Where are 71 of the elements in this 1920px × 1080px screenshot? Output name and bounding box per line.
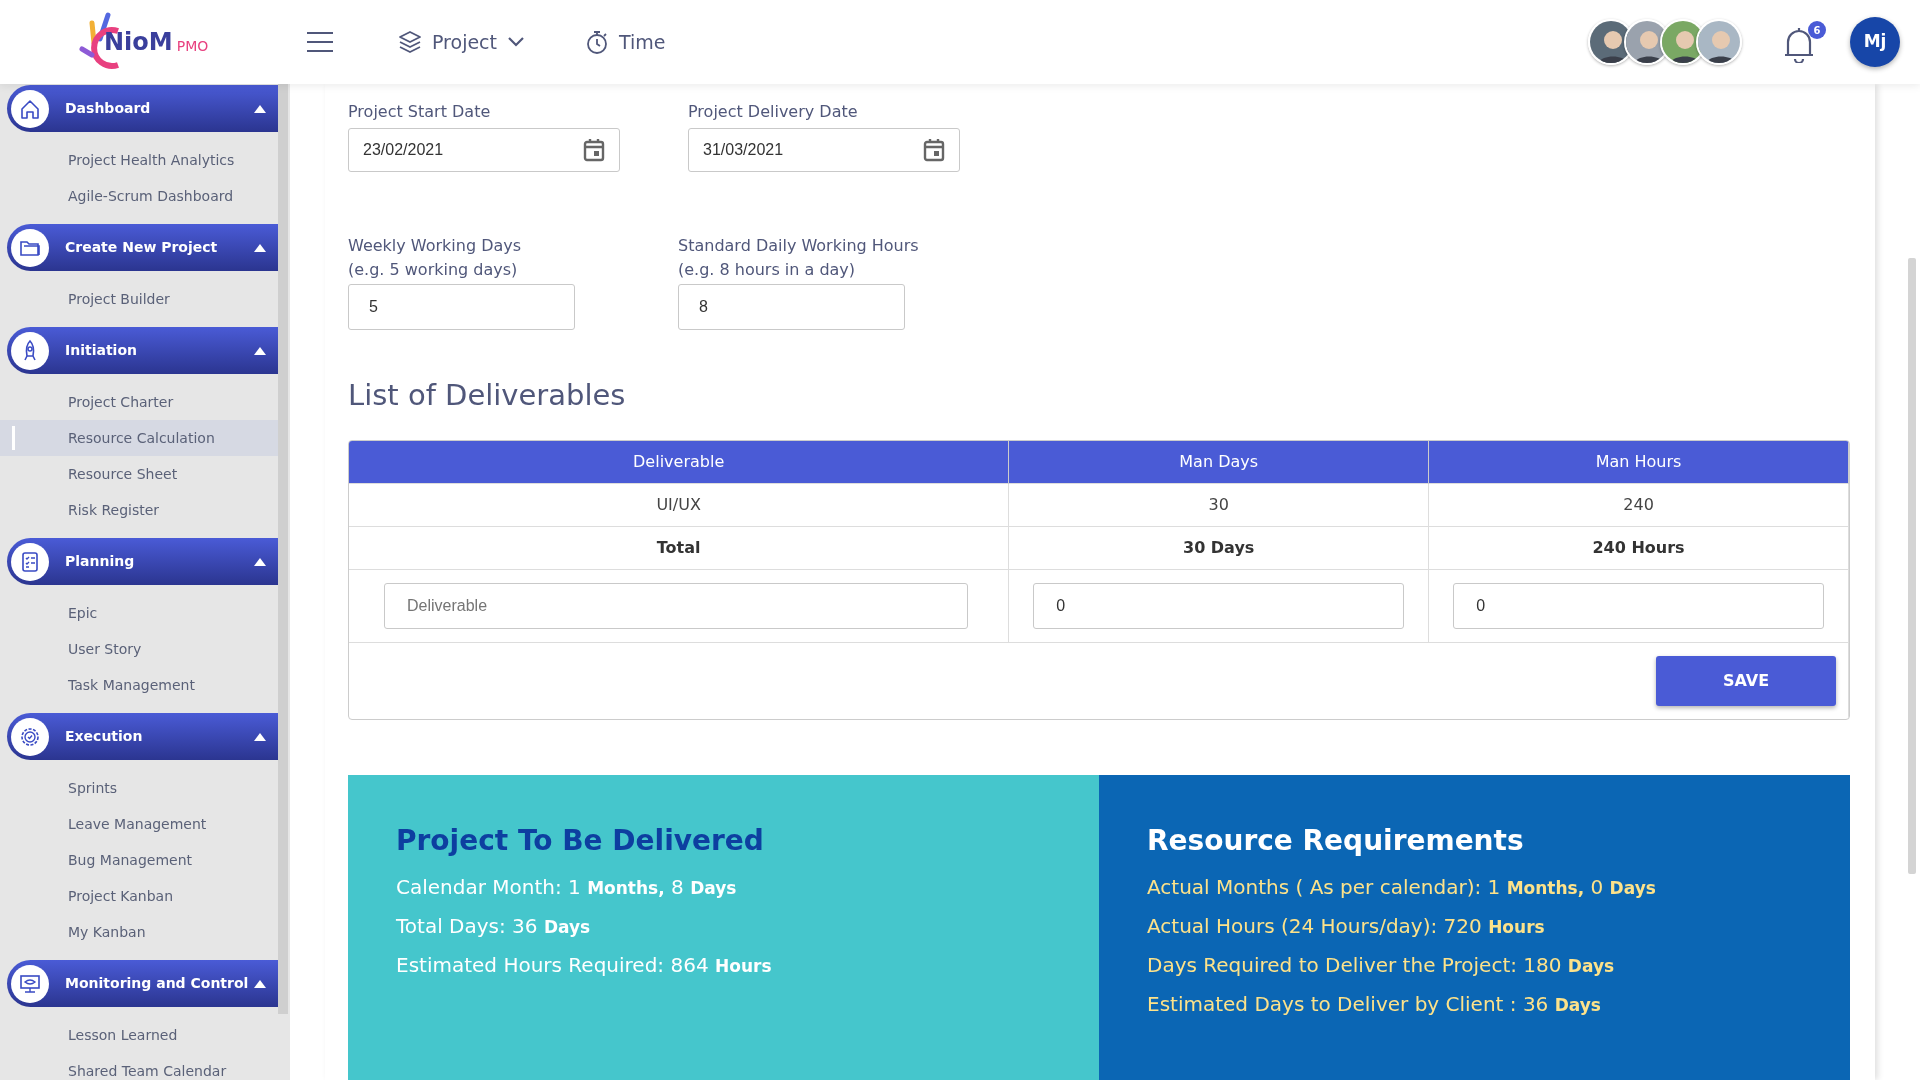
menu-icon: [306, 31, 334, 53]
sidebar-section-header[interactable]: Create New Project: [7, 224, 278, 271]
column-header: Deliverable: [349, 440, 1009, 484]
summary-line: Days Required to Deliver the Project: 180 Days: [1147, 951, 1616, 979]
panel-title: Resource Requirements: [1147, 822, 1525, 859]
sidebar-item[interactable]: User Story: [0, 631, 278, 667]
sidebar-item[interactable]: Leave Management: [0, 806, 278, 842]
save-button[interactable]: SAVE: [1656, 655, 1836, 706]
number-field[interactable]: 8: [678, 284, 905, 330]
sidebar-item[interactable]: Lesson Learned: [0, 1017, 278, 1053]
deliverable-field[interactable]: Deliverable: [384, 583, 969, 629]
summary-line: Total Days: 36 Days: [396, 912, 592, 940]
summary-line: Estimated Hours Required: 864 Hours: [396, 951, 773, 979]
sidebar-item[interactable]: Project Kanban: [0, 878, 278, 914]
sidebar-section-header[interactable]: Planning: [7, 538, 278, 585]
sidebar-section-header[interactable]: Dashboard: [7, 85, 278, 132]
nav-link[interactable]: Time: [579, 23, 672, 61]
field-label: Project Start Date: [348, 101, 492, 123]
total-cell: 240 Hours: [1428, 526, 1849, 570]
table-cell: UI/UX: [349, 483, 1009, 527]
notification-count: 6: [1808, 21, 1826, 39]
table-cell: 240: [1428, 483, 1849, 527]
sidebar-section-header[interactable]: Monitoring and Control: [7, 960, 278, 1007]
section-title: List of Deliverables: [348, 377, 627, 414]
sidebar-item[interactable]: Bug Management: [0, 842, 278, 878]
man-hours-field[interactable]: 0: [1453, 583, 1824, 629]
user-avatar[interactable]: Mj: [1850, 17, 1900, 67]
scrollbar[interactable]: [278, 84, 288, 1014]
total-cell: Total: [349, 526, 1009, 570]
panel-title: Project To Be Delivered: [396, 822, 765, 859]
sidebar-item[interactable]: Resource Calculation: [0, 420, 278, 456]
sidebar-item[interactable]: Project Health Analytics: [0, 142, 278, 178]
sidebar-item[interactable]: Risk Register: [0, 492, 278, 528]
summary-line: Actual Months ( As per calendar): 1 Months, 0 Days: [1147, 873, 1657, 901]
field-label: Project Delivery Date: [688, 101, 859, 123]
nav-link[interactable]: Project: [392, 23, 531, 61]
sidebar-item[interactable]: Agile-Scrum Dashboard: [0, 178, 278, 214]
bell-icon: [1782, 25, 1816, 63]
scrollbar[interactable]: [1908, 258, 1916, 874]
sidebar-item[interactable]: Project Charter: [0, 384, 278, 420]
column-header: Man Hours: [1428, 440, 1849, 484]
man-days-field[interactable]: 0: [1033, 583, 1405, 629]
layers-icon: [398, 30, 422, 54]
date-field[interactable]: 23/02/2021: [348, 128, 620, 172]
summary-line: Calendar Month: 1 Months, 8 Days: [396, 873, 738, 901]
sidebar-item[interactable]: Project Builder: [0, 281, 278, 317]
summary-line: Actual Hours (24 Hours/day): 720 Hours: [1147, 912, 1546, 940]
summary-line: Estimated Days to Deliver by Client : 36 Days: [1147, 990, 1602, 1018]
field-hint: (e.g. 5 working days): [348, 259, 519, 281]
sidebar-section-header[interactable]: Execution: [7, 713, 278, 760]
total-cell: 30 Days: [1008, 526, 1429, 570]
sidebar-item[interactable]: Shared Team Calendar: [0, 1053, 278, 1080]
number-field[interactable]: 5: [348, 284, 575, 330]
sidebar-item[interactable]: Task Management: [0, 667, 278, 703]
date-field[interactable]: 31/03/2021: [688, 128, 960, 172]
field-hint: (e.g. 8 hours in a day): [678, 259, 857, 281]
table-cell: 30: [1008, 483, 1429, 527]
calendar-icon: [923, 138, 945, 162]
notification-button[interactable]: 6: [1782, 21, 1826, 63]
sidebar-item[interactable]: Sprints: [0, 770, 278, 806]
stopwatch-icon: [585, 30, 609, 54]
sidebar-item[interactable]: My Kanban: [0, 914, 278, 950]
sidebar-section-header[interactable]: Initiation: [7, 327, 278, 374]
chevron-down-icon: [507, 36, 525, 48]
field-label: Weekly Working Days: [348, 235, 523, 257]
column-header: Man Days: [1008, 440, 1429, 484]
calendar-icon: [583, 138, 605, 162]
logo[interactable]: NioM PMO: [78, 9, 209, 75]
sidebar-item[interactable]: Resource Sheet: [0, 456, 278, 492]
field-label: Standard Daily Working Hours: [678, 235, 919, 257]
sidebar-item[interactable]: Epic: [0, 595, 278, 631]
